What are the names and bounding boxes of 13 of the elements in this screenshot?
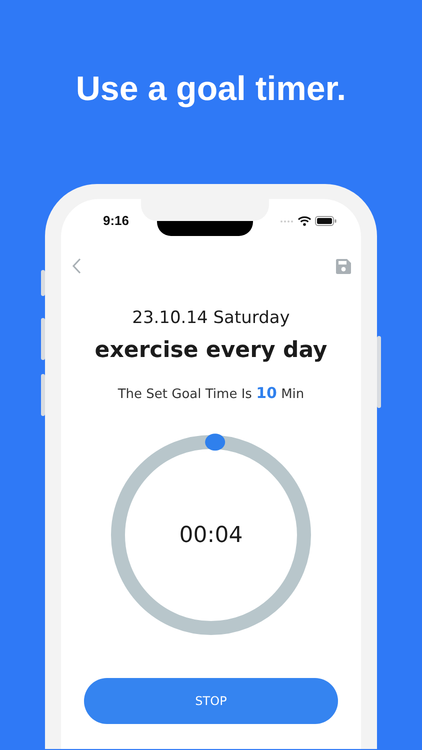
signal-icon bbox=[280, 220, 294, 222]
battery-icon bbox=[315, 216, 337, 226]
progress-knob[interactable] bbox=[205, 434, 226, 451]
timer-text: 00:04 bbox=[179, 522, 243, 548]
save-icon[interactable] bbox=[336, 258, 351, 274]
back-icon[interactable] bbox=[72, 258, 81, 274]
stop-button[interactable]: STOP bbox=[84, 678, 338, 724]
goal-title: exercise every day bbox=[94, 338, 328, 363]
status-time: 9:16 bbox=[103, 213, 130, 228]
date-text: 23.10.14 Saturday bbox=[132, 308, 290, 328]
goal-time-text: The Set Goal Time Is 10 Min bbox=[118, 384, 304, 402]
wifi-icon bbox=[298, 216, 311, 226]
headline: Use a goal timer. bbox=[76, 69, 346, 110]
